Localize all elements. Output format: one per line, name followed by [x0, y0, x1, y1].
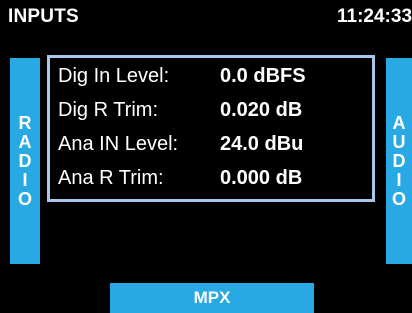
input-levels-panel: Dig In Level: 0.0 dBFS Dig R Trim: 0.020…: [47, 55, 375, 202]
row-label: Ana IN Level:: [58, 132, 179, 155]
audio-button-letter: U: [392, 131, 406, 152]
row-label: Dig In Level:: [58, 64, 170, 87]
mpx-button[interactable]: MPX: [110, 283, 314, 313]
radio-button-letter: D: [18, 150, 32, 171]
audio-button-letter: A: [392, 112, 406, 133]
dig-in-level-row[interactable]: Dig In Level: 0.0 dBFS: [58, 60, 306, 92]
page-title: INPUTS: [8, 6, 79, 27]
radio-button-letter: O: [17, 188, 32, 209]
audio-button[interactable]: A U D I O: [386, 58, 412, 264]
dig-r-trim-row[interactable]: Dig R Trim: 0.020 dB: [58, 94, 302, 126]
row-value: 0.0 dBFS: [220, 64, 306, 87]
row-label: Dig R Trim:: [58, 98, 158, 121]
row-value: 0.000 dB: [220, 166, 303, 189]
row-value: 24.0 dBu: [220, 132, 304, 155]
radio-button-letter: A: [18, 131, 32, 152]
radio-button-letter: I: [22, 169, 28, 190]
row-value: 0.020 dB: [220, 98, 303, 121]
radio-button[interactable]: R A D I O: [10, 58, 40, 264]
device-screen: INPUTS 11:24:33 R A D I O A U D I O Dig …: [0, 0, 412, 313]
ana-r-trim-row[interactable]: Ana R Trim: 0.000 dB: [58, 162, 302, 194]
row-label: Ana R Trim:: [58, 166, 164, 189]
audio-button-letter: O: [391, 188, 406, 209]
clock: 11:24:33: [337, 6, 412, 27]
audio-button-letter: D: [392, 150, 406, 171]
ana-in-level-row[interactable]: Ana IN Level: 24.0 dBu: [58, 128, 303, 160]
radio-button-letter: R: [18, 112, 32, 133]
audio-button-letter: I: [396, 169, 402, 190]
